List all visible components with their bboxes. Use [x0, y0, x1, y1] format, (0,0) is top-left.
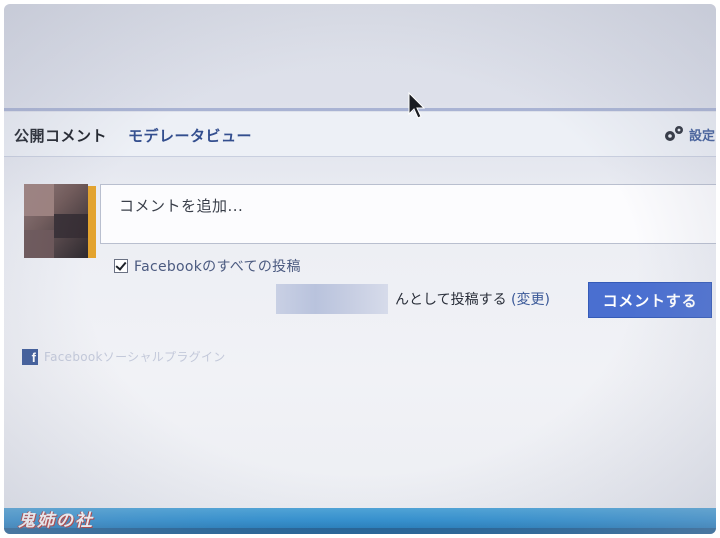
- facebook-icon: f: [22, 348, 38, 365]
- settings-label: 設定: [689, 128, 716, 144]
- facebook-post-label: Facebookのすべての投稿: [134, 259, 301, 275]
- divider: [4, 108, 716, 111]
- change-account-link[interactable]: (変更): [511, 292, 550, 308]
- comments-header: [4, 112, 716, 157]
- plugin-label: Facebookソーシャルプラグイン: [44, 350, 226, 364]
- bottom-bar: [4, 508, 716, 528]
- facebook-post-checkbox[interactable]: [114, 259, 128, 273]
- tab-moderator-view[interactable]: モデレータビュー: [128, 125, 252, 146]
- submit-comment-button[interactable]: コメントする: [588, 282, 712, 318]
- post-as-label: んとして投稿する: [395, 292, 507, 308]
- mouse-cursor-icon: [408, 92, 425, 119]
- avatar-accent: [88, 186, 96, 258]
- tab-public-comments[interactable]: 公開コメント: [14, 125, 107, 146]
- blurred-username: [276, 284, 388, 314]
- facebook-post-option[interactable]: Facebookのすべての投稿: [114, 256, 301, 276]
- gear-icon: [665, 126, 683, 141]
- watermark: 鬼姉の社: [18, 511, 94, 531]
- bottom-strip: [4, 528, 716, 534]
- comment-input[interactable]: コメントを追加...: [100, 184, 716, 244]
- screen-photo: 公開コメント モデレータビュー 設定 コメントを追加... Facebookのす…: [4, 4, 716, 534]
- avatar: [24, 184, 88, 258]
- facebook-social-plugin[interactable]: f Facebookソーシャルプラグイン: [22, 348, 226, 365]
- comment-placeholder: コメントを追加...: [119, 197, 244, 215]
- settings-button[interactable]: 設定: [663, 122, 715, 146]
- post-as-text: んとして投稿する (変更): [395, 289, 550, 309]
- photo-vignette: [4, 4, 716, 534]
